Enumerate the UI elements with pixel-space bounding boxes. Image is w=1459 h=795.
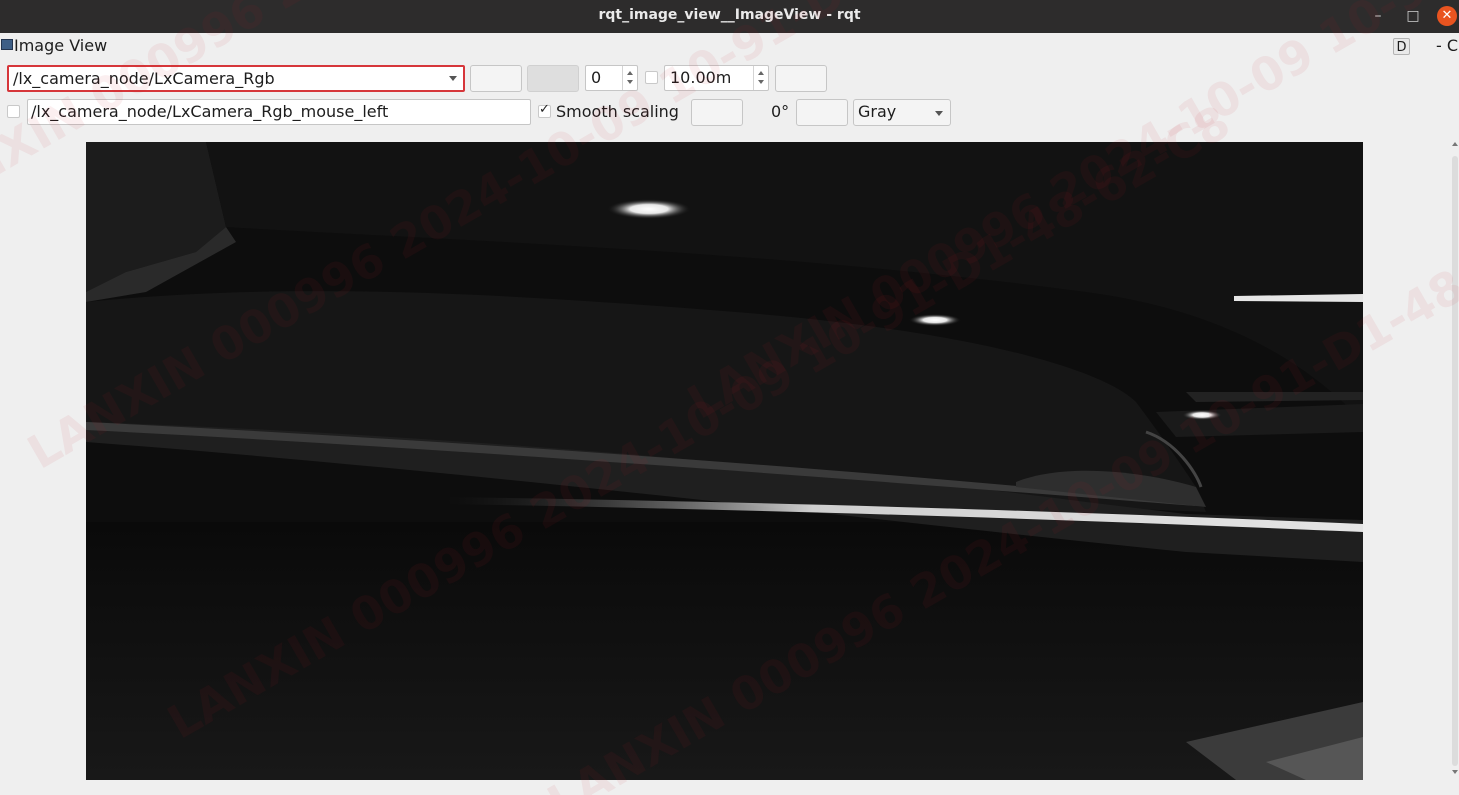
zoom-fit-button[interactable] bbox=[527, 65, 579, 92]
camera-image[interactable] bbox=[86, 142, 1363, 780]
num-gridlines-value: 0 bbox=[591, 68, 602, 87]
mouse-topic-value: /lx_camera_node/LxCamera_Rgb_mouse_left bbox=[31, 102, 389, 121]
refresh-topics-button[interactable] bbox=[470, 65, 522, 92]
publish-mouse-checkbox[interactable] bbox=[7, 105, 20, 118]
camera-image-render bbox=[86, 142, 1363, 780]
mouse-topic-field[interactable]: /lx_camera_node/LxCamera_Rgb_mouse_left bbox=[27, 99, 531, 125]
maximize-icon[interactable]: □ bbox=[1403, 6, 1423, 26]
color-scheme-select[interactable]: Gray bbox=[853, 99, 951, 126]
window-title: rqt_image_view__ImageView - rqt bbox=[598, 7, 861, 23]
minimize-icon[interactable]: – bbox=[1368, 6, 1388, 26]
scroll-down-icon[interactable] bbox=[1452, 770, 1458, 774]
close-icon[interactable]: ✕ bbox=[1437, 6, 1457, 26]
save-image-button[interactable] bbox=[775, 65, 827, 92]
smooth-scaling-checkbox[interactable] bbox=[538, 102, 551, 118]
topic-select[interactable]: /lx_camera_node/LxCamera_Rgb bbox=[7, 65, 465, 92]
window-titlebar: rqt_image_view__ImageView - rqt – □ ✕ bbox=[0, 0, 1459, 33]
max-depth-spinbox[interactable]: 10.00m bbox=[664, 65, 769, 91]
num-gridlines-spinbox[interactable]: 0 bbox=[585, 65, 638, 91]
dock-title: Image View bbox=[14, 36, 108, 55]
smooth-scaling-label: Smooth scaling bbox=[556, 102, 679, 121]
rotate-right-button[interactable] bbox=[796, 99, 848, 126]
vertical-scrollbar[interactable] bbox=[1449, 140, 1459, 782]
scroll-up-icon[interactable] bbox=[1452, 142, 1458, 146]
chevron-down-icon bbox=[935, 111, 943, 116]
color-scheme-value: Gray bbox=[858, 102, 897, 121]
dock-d-button[interactable]: D bbox=[1393, 38, 1410, 55]
image-view-icon bbox=[1, 39, 13, 50]
spin-arrows[interactable] bbox=[622, 66, 637, 90]
chevron-down-icon bbox=[449, 76, 457, 81]
scrollbar-thumb[interactable] bbox=[1452, 156, 1458, 766]
spin-arrows[interactable] bbox=[753, 66, 768, 90]
dock-close-button[interactable]: - C bbox=[1436, 36, 1458, 55]
rotation-label: 0° bbox=[771, 102, 790, 121]
max-depth-checkbox[interactable] bbox=[645, 71, 658, 84]
topic-select-value: /lx_camera_node/LxCamera_Rgb bbox=[13, 69, 275, 88]
max-depth-value: 10.00m bbox=[670, 68, 732, 87]
rotate-left-button[interactable] bbox=[691, 99, 743, 126]
